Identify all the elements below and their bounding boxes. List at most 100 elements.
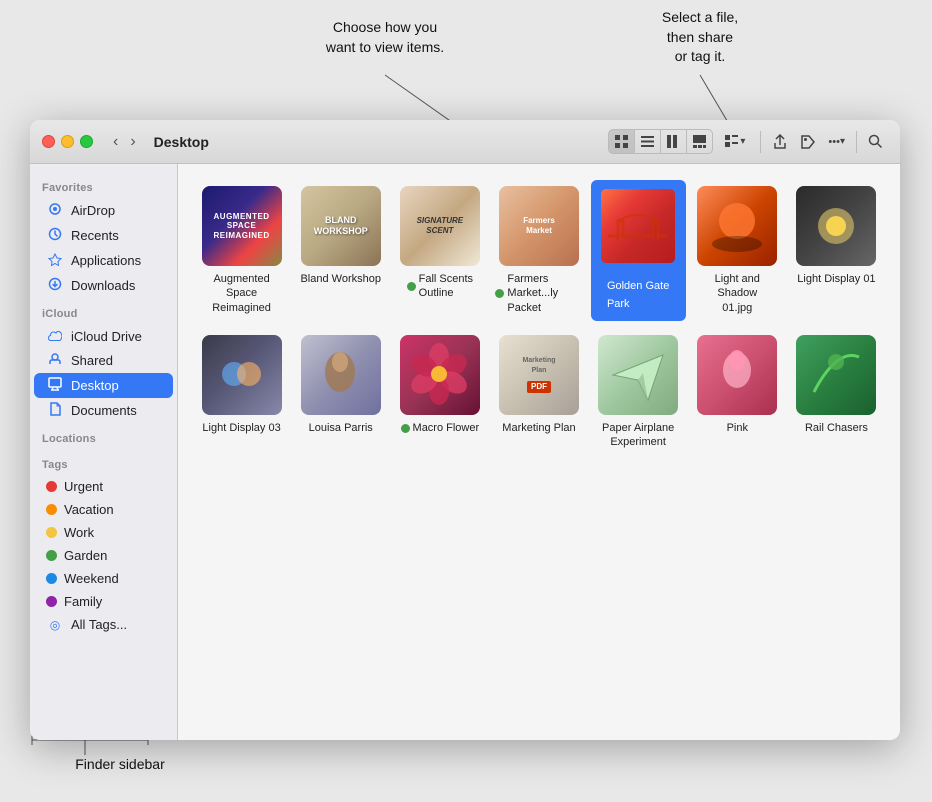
callout-view-items: Choose how youwant to view items. xyxy=(285,18,485,57)
farmers-dot xyxy=(495,289,504,298)
more-button[interactable]: ••• ▾ xyxy=(823,132,850,152)
file-name-marketing-plan: Marketing Plan xyxy=(502,421,575,435)
window-title: Desktop xyxy=(154,134,601,150)
sidebar-tag-family[interactable]: Family xyxy=(34,590,173,613)
file-item-light-shadow[interactable]: Light and Shadow01.jpg xyxy=(690,180,785,321)
file-item-fall-scents[interactable]: SIGNATURESCENT Fall ScentsOutline xyxy=(392,180,487,321)
traffic-lights xyxy=(42,135,93,148)
callout-share-tag: Select a file,then shareor tag it. xyxy=(615,8,785,67)
garden-dot xyxy=(46,550,57,561)
file-name-louisa-parris: Louisa Parris xyxy=(309,421,373,435)
tag-button[interactable] xyxy=(795,130,821,154)
file-item-louisa-parris[interactable]: Louisa Parris xyxy=(293,329,388,456)
view-gallery-button[interactable] xyxy=(687,130,712,153)
minimize-button[interactable] xyxy=(61,135,74,148)
file-name-rail-chasers: Rail Chasers xyxy=(805,421,868,435)
sidebar-item-documents[interactable]: Documents xyxy=(34,398,173,423)
file-thumb-bland: BLANDWORKSHOP xyxy=(301,186,381,266)
macro-flower-dot xyxy=(401,424,410,433)
back-button[interactable]: ‹ xyxy=(109,131,122,153)
sidebar-item-applications[interactable]: Applications xyxy=(34,248,173,273)
file-name-light-display-01: Light Display 01 xyxy=(797,272,875,286)
urgent-label: Urgent xyxy=(64,479,103,494)
work-label: Work xyxy=(64,525,94,540)
fall-scents-dot xyxy=(407,282,416,291)
sidebar-item-shared[interactable]: Shared xyxy=(34,348,173,373)
file-item-macro-flower[interactable]: Macro Flower xyxy=(392,329,487,456)
garden-label: Garden xyxy=(64,548,107,563)
file-thumb-golden-gate xyxy=(598,186,678,266)
file-thumb-light-display-01 xyxy=(796,186,876,266)
family-label: Family xyxy=(64,594,102,609)
sidebar-tag-weekend[interactable]: Weekend xyxy=(34,567,173,590)
file-item-rail-chasers[interactable]: Rail Chasers xyxy=(789,329,884,456)
sidebar-item-airdrop[interactable]: AirDrop xyxy=(34,198,173,223)
file-thumb-pink xyxy=(697,335,777,415)
file-item-bland-workshop[interactable]: BLANDWORKSHOP Bland Workshop xyxy=(293,180,388,321)
nav-buttons: ‹ › xyxy=(109,131,140,153)
file-thumb-light-shadow xyxy=(697,186,777,266)
file-thumb-fall-scents: SIGNATURESCENT xyxy=(400,186,480,266)
file-item-paper-airplane[interactable]: Paper AirplaneExperiment xyxy=(591,329,686,456)
sidebar-item-desktop[interactable]: Desktop xyxy=(34,373,173,398)
file-thumb-augmented: AUGMENTEDSPACEREIMAGINED xyxy=(202,186,282,266)
file-thumb-rail-chasers xyxy=(796,335,876,415)
sidebar-tag-urgent[interactable]: Urgent xyxy=(34,475,173,498)
view-list-button[interactable] xyxy=(635,130,661,153)
group-by-button[interactable]: ▾ xyxy=(719,130,750,153)
search-button[interactable] xyxy=(863,130,888,153)
airdrop-label: AirDrop xyxy=(71,203,115,218)
callout-finder-sidebar: Finder sidebar xyxy=(40,755,200,775)
view-mode-group xyxy=(608,129,713,154)
sidebar-tag-garden[interactable]: Garden xyxy=(34,544,173,567)
sidebar: Favorites AirDrop Recents Applications xyxy=(30,164,178,740)
file-name-farmers: FarmersMarket...ly Packet xyxy=(495,272,582,315)
weekend-label: Weekend xyxy=(64,571,119,586)
sidebar-tag-work[interactable]: Work xyxy=(34,521,173,544)
file-name-fall-scents: Fall ScentsOutline xyxy=(407,272,473,301)
file-item-augmented[interactable]: AUGMENTEDSPACEREIMAGINED AugmentedSpace … xyxy=(194,180,289,321)
file-item-light-display-01[interactable]: Light Display 01 xyxy=(789,180,884,321)
file-grid: AUGMENTEDSPACEREIMAGINED AugmentedSpace … xyxy=(194,180,884,455)
recents-label: Recents xyxy=(71,228,119,243)
file-name-light-display-03: Light Display 03 xyxy=(202,421,280,435)
documents-icon xyxy=(46,402,64,419)
close-button[interactable] xyxy=(42,135,55,148)
sidebar-item-recents[interactable]: Recents xyxy=(34,223,173,248)
file-thumb-macro xyxy=(400,335,480,415)
urgent-dot xyxy=(46,481,57,492)
forward-button[interactable]: › xyxy=(126,131,139,153)
file-area: AUGMENTEDSPACEREIMAGINED AugmentedSpace … xyxy=(178,164,900,740)
share-button[interactable] xyxy=(767,130,793,154)
file-name-light-shadow: Light and Shadow01.jpg xyxy=(694,272,781,315)
sidebar-tag-vacation[interactable]: Vacation xyxy=(34,498,173,521)
shared-icon xyxy=(46,352,64,369)
sidebar-item-downloads[interactable]: Downloads xyxy=(34,273,173,298)
file-item-pink[interactable]: Pink xyxy=(690,329,785,456)
applications-icon xyxy=(46,252,64,269)
all-tags-icon: ◎ xyxy=(46,618,64,632)
weekend-dot xyxy=(46,573,57,584)
title-bar: ‹ › Desktop xyxy=(30,120,900,164)
file-item-marketing-plan[interactable]: Marketing Plan PDF Marketing Plan xyxy=(491,329,586,456)
file-thumb-light-display-03 xyxy=(202,335,282,415)
sidebar-tag-all[interactable]: ◎ All Tags... xyxy=(34,613,173,636)
tags-section-label: Tags xyxy=(30,449,177,475)
file-name-pink: Pink xyxy=(727,421,748,435)
work-dot xyxy=(46,527,57,538)
file-item-farmers[interactable]: FarmersMarket FarmersMarket...ly Packet xyxy=(491,180,586,321)
family-dot xyxy=(46,596,57,607)
file-name-augmented: AugmentedSpace Reimagined xyxy=(198,272,285,315)
maximize-button[interactable] xyxy=(80,135,93,148)
file-item-light-display-03[interactable]: Light Display 03 xyxy=(194,329,289,456)
file-name-paper-airplane: Paper AirplaneExperiment xyxy=(602,421,674,450)
file-item-golden-gate[interactable]: Golden GatePark xyxy=(591,180,686,321)
downloads-icon xyxy=(46,277,64,294)
view-column-button[interactable] xyxy=(661,130,687,153)
file-thumb-marketing: Marketing Plan PDF xyxy=(499,335,579,415)
toolbar-separator-1 xyxy=(760,131,761,153)
sidebar-item-icloud-drive[interactable]: iCloud Drive xyxy=(34,324,173,348)
icloud-drive-icon xyxy=(46,328,64,344)
view-icon-button[interactable] xyxy=(609,130,635,153)
toolbar-separator-2 xyxy=(856,131,857,153)
